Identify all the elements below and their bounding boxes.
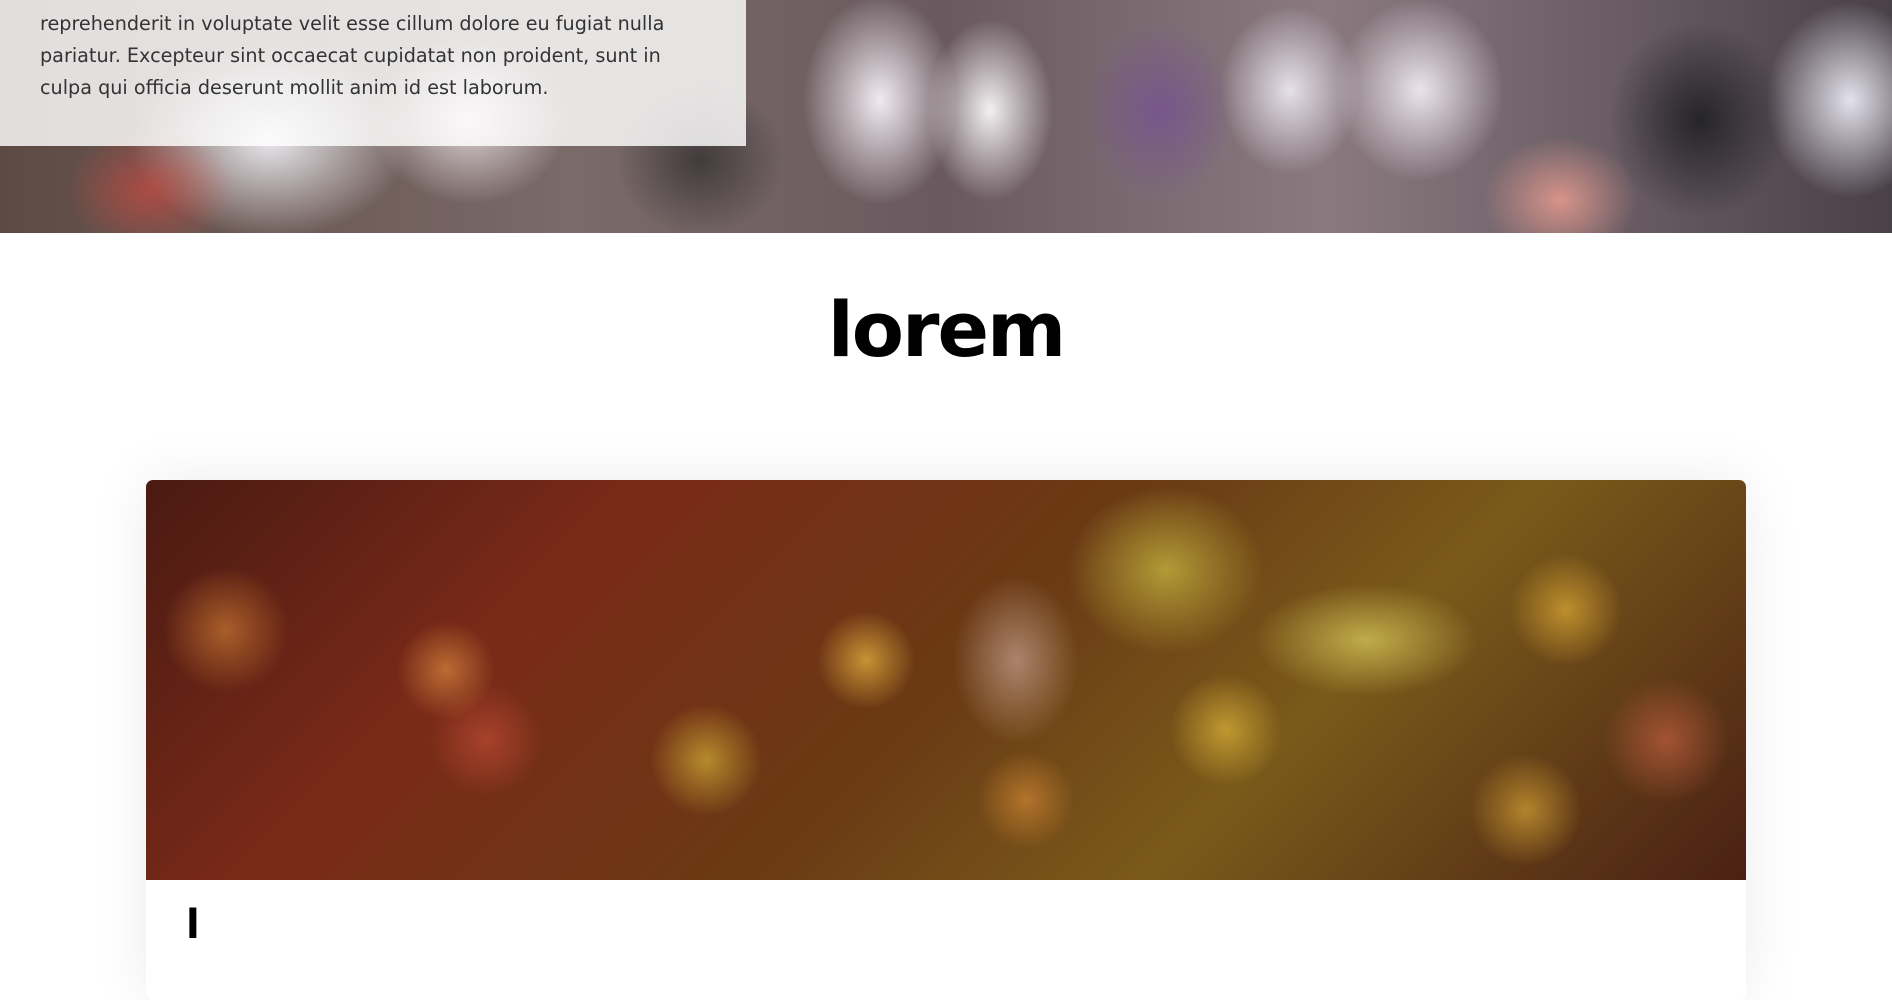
content-card[interactable]: l: [146, 480, 1746, 1000]
card-image: [146, 480, 1746, 880]
card-heading: l: [186, 902, 200, 948]
hero-banner: reprehenderit in voluptate velit esse ci…: [0, 0, 1892, 233]
hero-text-panel: reprehenderit in voluptate velit esse ci…: [0, 0, 746, 146]
hero-paragraph: reprehenderit in voluptate velit esse ci…: [40, 12, 665, 99]
section-title: lorem: [827, 285, 1066, 374]
